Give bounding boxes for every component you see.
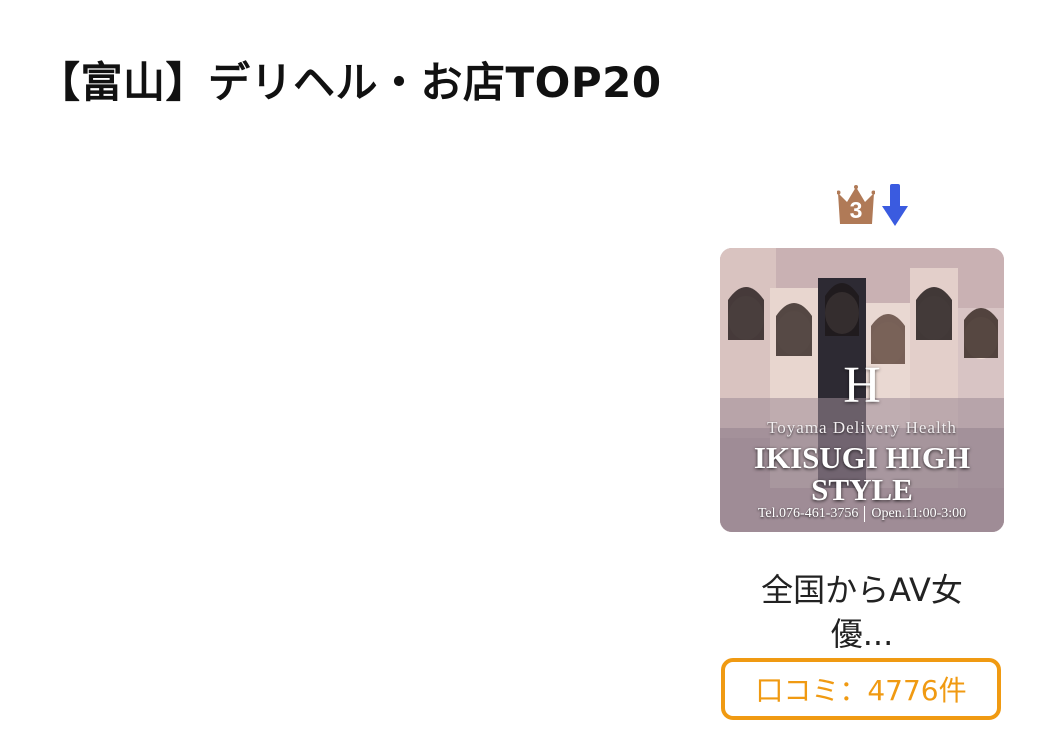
banner-tagline: Toyama Delivery Health bbox=[767, 418, 957, 437]
rank-crown-icon: 3 bbox=[837, 185, 875, 225]
reviews-count-button[interactable]: 口コミ：4776件 bbox=[721, 658, 1001, 720]
rank-down-arrow-icon bbox=[882, 184, 908, 226]
banner-hours: Open.11:00-3:00 bbox=[871, 506, 967, 521]
shop-banner-image[interactable]: H Toyama Delivery Health IKISUGI HIGH ST… bbox=[720, 248, 1004, 532]
shop-description-line1: 全国からAV女 bbox=[761, 571, 963, 609]
shop-description-link[interactable]: 全国からAV女 優... bbox=[712, 568, 1012, 656]
rank-indicator: 3 bbox=[837, 182, 909, 228]
banner-shop-name-line1: IKISUGI HIGH bbox=[753, 440, 971, 475]
banner-contact: Tel.076-461-3756 Open.11:00-3:00 bbox=[720, 506, 1004, 522]
banner-logo: H bbox=[843, 357, 881, 414]
banner-tel: Tel.076-461-3756 bbox=[757, 506, 859, 521]
shop-description-line2: 優... bbox=[830, 615, 894, 653]
page-title: 【富山】デリヘル・お店TOP20 bbox=[38, 58, 662, 107]
banner-divider bbox=[864, 506, 866, 522]
shop-card[interactable]: 3 H Toyama Delivery Health IKISUGI HIGH … bbox=[712, 176, 1012, 726]
rank-number: 3 bbox=[849, 197, 863, 223]
banner-shop-name-line2: STYLE bbox=[811, 472, 913, 507]
